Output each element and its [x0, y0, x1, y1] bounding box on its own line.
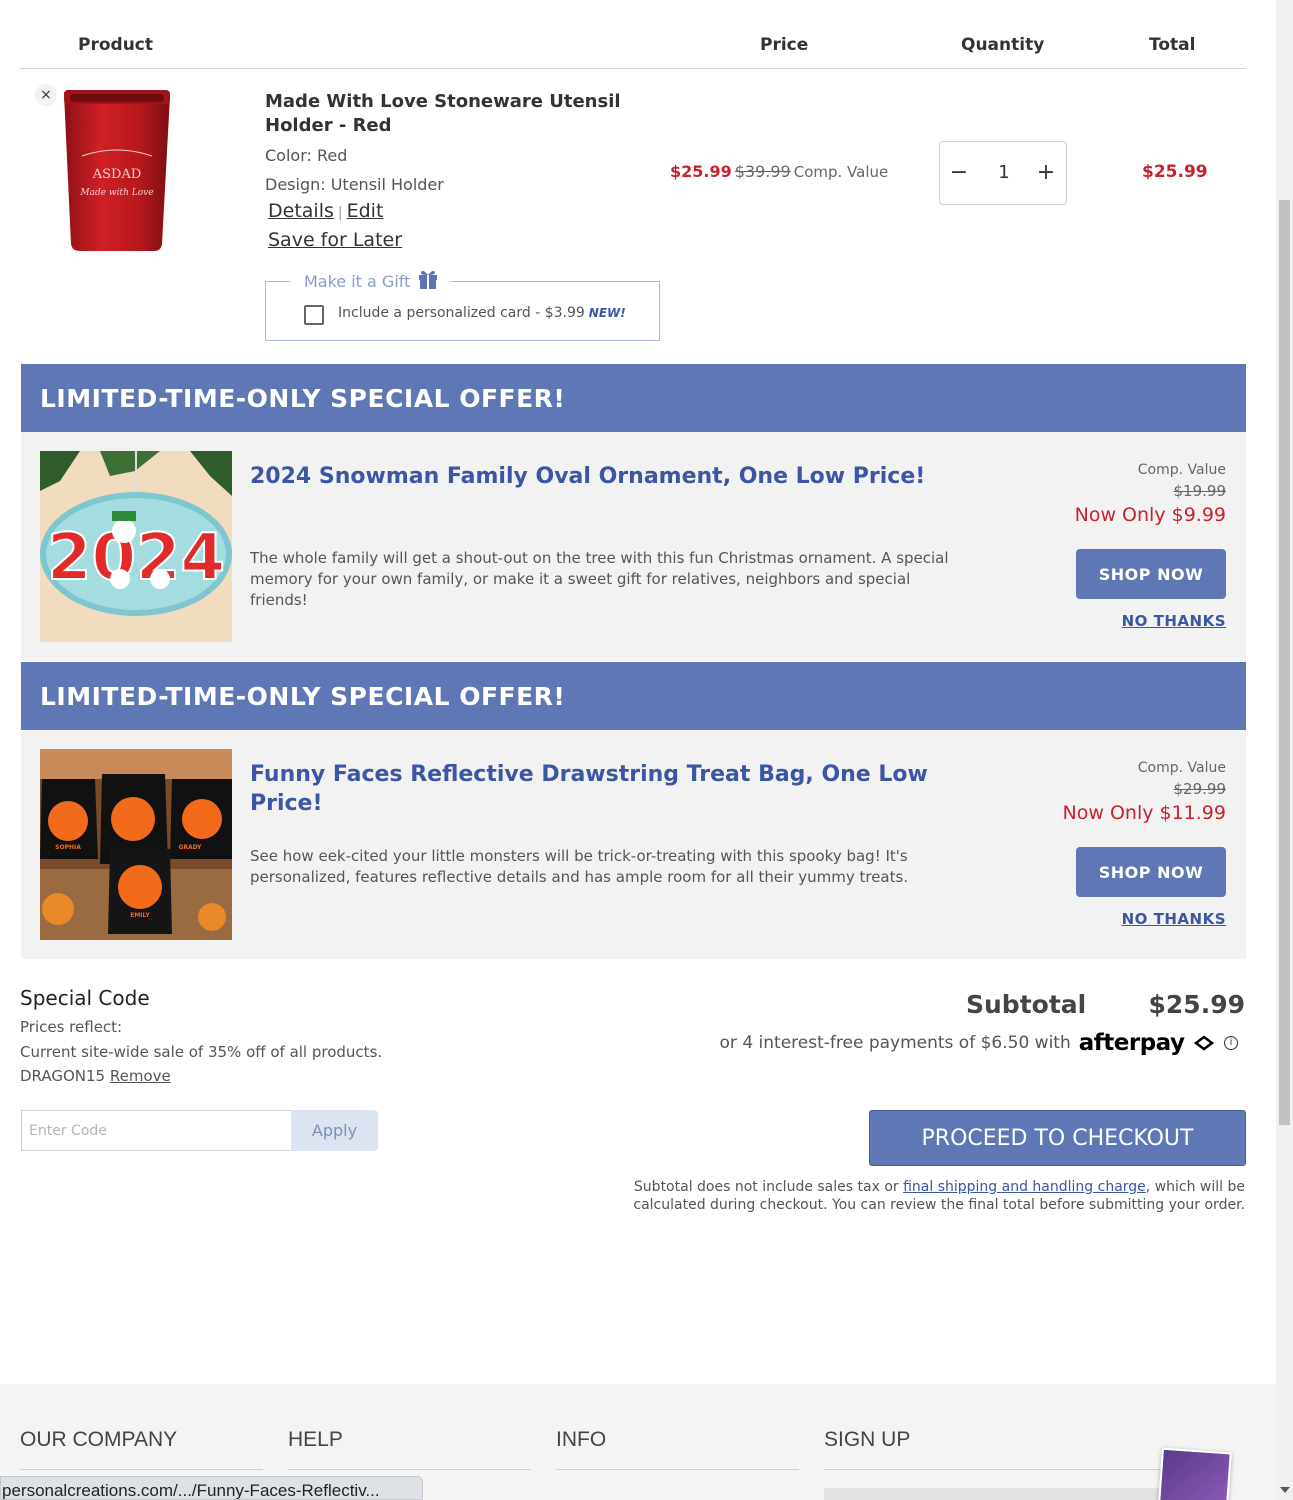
gift-card-label: Include a personalized card - $3.99	[338, 305, 585, 321]
offer-heading: LIMITED-TIME-ONLY SPECIAL OFFER!	[21, 364, 1246, 433]
details-link[interactable]: Details	[268, 200, 334, 222]
no-thanks-link[interactable]: NO THANKS	[1122, 612, 1226, 630]
no-thanks-link[interactable]: NO THANKS	[1122, 910, 1226, 928]
item-total: $25.99	[1142, 162, 1208, 182]
promo-thumbnail[interactable]	[1158, 1447, 1232, 1500]
save-for-later-link[interactable]: Save for Later	[268, 229, 402, 251]
code-input[interactable]	[21, 1110, 292, 1151]
offer-card: 2024 2024 Snowman Family Oval Ornament, …	[21, 432, 1246, 661]
bag-name-sophia: SOPHIA	[55, 844, 81, 851]
price-now: $25.99	[670, 162, 732, 181]
product-name[interactable]: Made With Love Stoneware Utensil Holder …	[265, 90, 645, 138]
item-actions: Details | Edit	[268, 200, 383, 222]
new-badge: NEW!	[588, 306, 626, 320]
bag-name-grady: GRADY	[178, 844, 202, 851]
special-code-title: Special Code	[20, 986, 150, 1010]
column-product: Product	[78, 35, 153, 55]
column-quantity: Quantity	[961, 35, 1045, 55]
footer-info[interactable]: INFO	[556, 1428, 799, 1470]
subtotal-disclaimer: Subtotal does not include sales tax or f…	[575, 1178, 1245, 1214]
offer-price: Now Only $11.99	[1062, 802, 1226, 824]
footer-help[interactable]: HELP	[288, 1428, 531, 1470]
product-color: Color: Red	[265, 146, 348, 165]
offer-price: Now Only $9.99	[1074, 504, 1226, 526]
gift-legend-label: Make it a Gift	[304, 271, 411, 291]
subtotal-value: $25.99	[1148, 990, 1245, 1019]
afterpay-logo: afterpay	[1079, 1030, 1216, 1056]
remove-code-link[interactable]: Remove	[110, 1067, 171, 1085]
gift-legend: Make it a Gift	[290, 268, 451, 294]
column-total: Total	[1149, 35, 1196, 55]
offer-card: SOPHIA GRADY EMILY Funny Faces Reflectiv…	[21, 730, 1246, 959]
disclaimer-text-start: Subtotal does not include sales tax or	[633, 1179, 899, 1195]
afterpay-line: or 4 interest-free payments of $6.50 wit…	[720, 1030, 1238, 1056]
afterpay-brand: afterpay	[1078, 1030, 1185, 1056]
price-comp-label: Comp. Value	[793, 163, 889, 181]
gift-card-option: Include a personalized card - $3.99 NEW!	[338, 305, 626, 321]
subtotal-label: Subtotal	[966, 990, 1087, 1019]
gift-icon	[418, 268, 438, 294]
column-price: Price	[760, 35, 809, 55]
comp-value-price: $29.99	[1173, 780, 1227, 798]
offer-heading: LIMITED-TIME-ONLY SPECIAL OFFER!	[21, 662, 1246, 731]
info-icon[interactable]: i	[1224, 1036, 1238, 1050]
scroll-down-arrow-icon[interactable]	[1280, 1487, 1290, 1493]
shipping-charge-link[interactable]: final shipping and handling charge	[903, 1179, 1146, 1195]
status-bar-url: personalcreations.com/.../Funny-Faces-Re…	[0, 1476, 423, 1500]
comp-value-label: Comp. Value	[1137, 462, 1226, 478]
afterpay-arrows-icon	[1193, 1035, 1215, 1051]
offer-description: See how eek-cited your little monsters w…	[250, 847, 909, 886]
offer-image-treat-bag[interactable]: SOPHIA GRADY EMILY	[40, 749, 232, 940]
gift-card-checkbox[interactable]	[304, 305, 324, 325]
cart-header: Product Price Quantity Total	[20, 0, 1246, 69]
qty-decrease-button[interactable]: −	[944, 158, 974, 188]
product-design: Design: Utensil Holder	[265, 175, 444, 194]
price-was: $39.99	[734, 162, 791, 181]
scrollbar[interactable]	[1276, 0, 1293, 1500]
save-for-later-row: Save for Later	[268, 229, 402, 251]
offer-title[interactable]: 2024 Snowman Family Oval Ornament, One L…	[250, 462, 930, 491]
remove-item-button[interactable]: ×	[35, 84, 57, 106]
applied-code: DRAGON15	[20, 1067, 106, 1085]
scrollbar-thumb[interactable]	[1279, 200, 1290, 1125]
apply-code-button[interactable]: Apply	[291, 1110, 378, 1151]
footer-our-company[interactable]: OUR COMPANY	[20, 1428, 263, 1470]
comp-value-price: $19.99	[1173, 482, 1227, 500]
shop-now-button[interactable]: SHOP NOW	[1076, 549, 1226, 599]
quantity-stepper: − +	[939, 141, 1067, 205]
qty-increase-button[interactable]: +	[1031, 158, 1061, 188]
proceed-to-checkout-button[interactable]: PROCEED TO CHECKOUT	[869, 1110, 1246, 1166]
comp-value-label: Comp. Value	[1137, 760, 1226, 776]
offer-description: The whole family will get a shout-out on…	[250, 549, 949, 609]
item-price: $25.99 $39.99 Comp. Value	[670, 162, 888, 181]
offer-image-ornament[interactable]: 2024	[40, 451, 232, 642]
prices-reflect-label: Prices reflect:	[20, 1018, 123, 1036]
offer-title[interactable]: Funny Faces Reflective Drawstring Treat …	[250, 760, 930, 818]
applied-code-row: DRAGON15 Remove	[20, 1067, 171, 1085]
product-print-slogan: Made with Love	[79, 188, 153, 198]
afterpay-text: or 4 interest-free payments of $6.50 wit…	[719, 1033, 1071, 1053]
link-separator: |	[337, 205, 343, 221]
shop-now-button[interactable]: SHOP NOW	[1076, 847, 1226, 897]
ornament-year: 2024	[47, 521, 225, 595]
product-print-name: ASDAD	[92, 167, 142, 182]
bag-name-emily: EMILY	[130, 912, 150, 919]
sale-note: Current site-wide sale of 35% off of all…	[20, 1043, 383, 1061]
edit-link[interactable]: Edit	[347, 200, 384, 222]
qty-input[interactable]	[984, 158, 1024, 188]
product-image[interactable]: ASDAD Made with Love	[58, 86, 178, 256]
